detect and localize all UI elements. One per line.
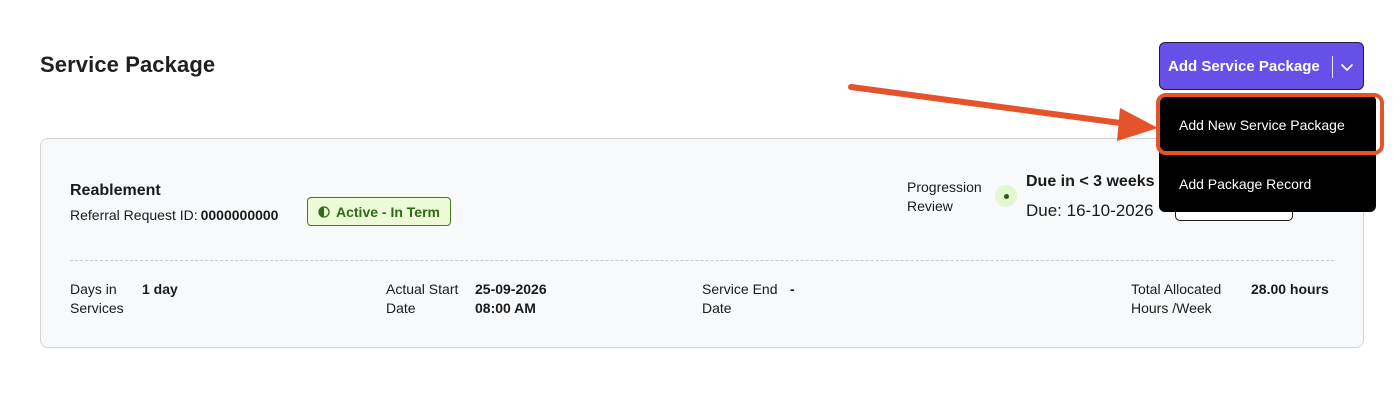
actual-start-date-label: Actual Start Date xyxy=(386,281,459,316)
card-divider xyxy=(70,260,1334,261)
status-badge: Active - In Term xyxy=(307,197,451,226)
button-separator xyxy=(1332,56,1333,78)
progression-status-dot xyxy=(995,185,1017,207)
page-title: Service Package xyxy=(40,52,216,77)
add-service-package-button[interactable]: Add Service Package xyxy=(1159,42,1364,90)
menu-item-add-package-record[interactable]: Add Package Record xyxy=(1159,176,1376,192)
service-end-date-label: Service End Date xyxy=(702,281,778,316)
total-allocated-hours-value: 28.00 hours xyxy=(1251,281,1329,297)
referral-label: Referral Request ID: xyxy=(70,207,198,223)
add-service-package-label: Add Service Package xyxy=(1168,57,1320,75)
chevron-down-icon[interactable] xyxy=(1338,58,1356,76)
due-in-text: Due in < 3 weeks xyxy=(1026,173,1155,190)
due-date-text: Due: 16-10-2026 xyxy=(1026,201,1154,220)
status-text: Active - In Term xyxy=(336,203,440,220)
actual-start-date-value: 25-09-2026 xyxy=(475,281,547,297)
days-in-services-value: 1 day xyxy=(142,281,178,297)
referral-id: 0000000000 xyxy=(200,207,279,223)
total-allocated-hours-label: Total Allocated Hours /Week xyxy=(1131,281,1222,316)
referral-request-row: Referral Request ID: 0000000000 xyxy=(70,207,278,223)
actual-start-time-value: 08:00 AM xyxy=(475,300,536,316)
days-in-services-label: Days in Services xyxy=(70,281,124,316)
service-end-date-value: - xyxy=(790,281,795,297)
progression-review-label: Progression Review xyxy=(907,179,982,214)
half-circle-icon xyxy=(318,205,330,218)
status-dot-icon xyxy=(1003,193,1009,199)
highlight-annotation xyxy=(1156,93,1384,155)
package-name: Reablement xyxy=(70,182,161,199)
